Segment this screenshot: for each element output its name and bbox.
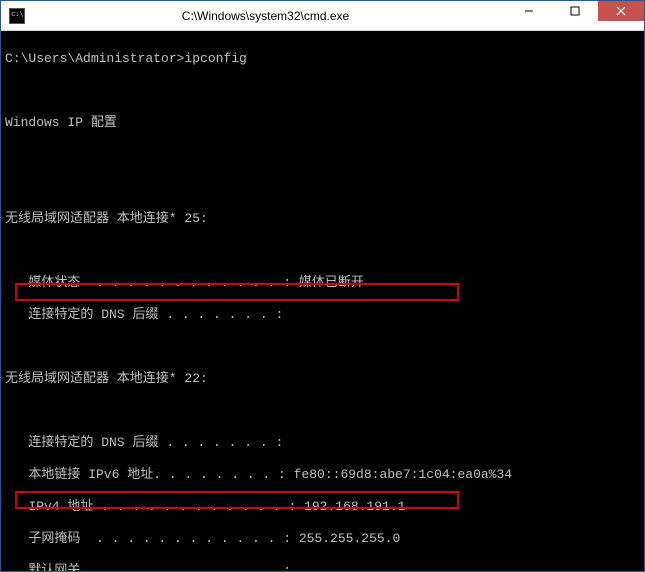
blank-line xyxy=(5,243,640,259)
window-controls xyxy=(506,1,644,30)
close-button[interactable] xyxy=(598,1,644,21)
prompt-command: ipconfig xyxy=(184,51,246,66)
blank-line xyxy=(5,179,640,195)
maximize-button[interactable] xyxy=(552,1,598,21)
terminal-output[interactable]: C:\Users\Administrator>ipconfig Windows … xyxy=(1,31,644,571)
output-line: 连接特定的 DNS 后缀 . . . . . . . : xyxy=(5,435,640,451)
output-line: 媒体状态 . . . . . . . . . . . . : 媒体已断开 xyxy=(5,275,640,291)
blank-line xyxy=(5,403,640,419)
adapter-title: 无线局域网适配器 本地连接* 22: xyxy=(5,371,640,387)
minimize-button[interactable] xyxy=(506,1,552,21)
blank-line xyxy=(5,147,640,163)
ip-config-header: Windows IP 配置 xyxy=(5,115,640,131)
prompt-line: C:\Users\Administrator>ipconfig xyxy=(5,51,640,67)
output-line: IPv4 地址 . . . . . . . . . . . . : 192.16… xyxy=(5,499,640,515)
output-line: 默认网关. . . . . . . . . . . . . : xyxy=(5,563,640,571)
output-line: 本地链接 IPv6 地址. . . . . . . . : fe80::69d8… xyxy=(5,467,640,483)
cmd-window: C:\Windows\system32\cmd.exe C:\Users\Adm… xyxy=(0,0,645,572)
blank-line xyxy=(5,339,640,355)
output-line: 连接特定的 DNS 后缀 . . . . . . . : xyxy=(5,307,640,323)
titlebar[interactable]: C:\Windows\system32\cmd.exe xyxy=(1,1,644,31)
prompt-path: C:\Users\Administrator> xyxy=(5,51,184,66)
output-line: 子网掩码 . . . . . . . . . . . . : 255.255.2… xyxy=(5,531,640,547)
cmd-icon xyxy=(9,8,25,24)
blank-line xyxy=(5,83,640,99)
adapter-title: 无线局域网适配器 本地连接* 25: xyxy=(5,211,640,227)
window-title: C:\Windows\system32\cmd.exe xyxy=(25,9,506,23)
